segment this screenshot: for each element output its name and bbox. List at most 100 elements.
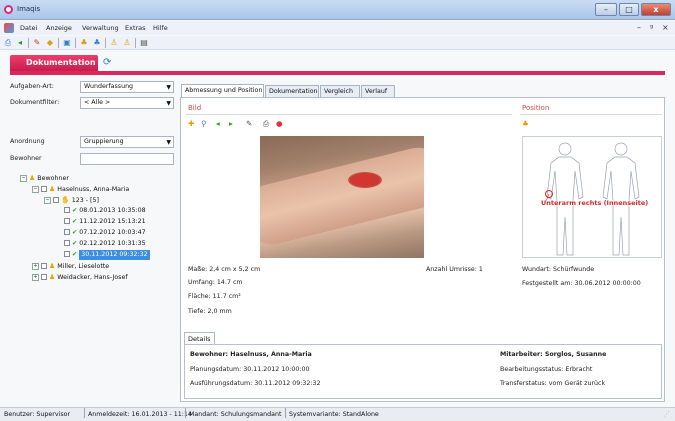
tab-abmessung[interactable]: Abmessung und Position (181, 84, 264, 97)
position-edit-icon[interactable]: ♣ (522, 119, 529, 128)
expand-icon[interactable]: + (32, 262, 39, 270)
toolbar-divider (135, 38, 136, 48)
mdi-close-button[interactable]: × (662, 23, 669, 32)
wound-mark (348, 172, 382, 188)
task-type-select[interactable]: Wunderfassung ▼ (80, 81, 174, 93)
person-icon: ♟ (49, 262, 56, 270)
menu-hilfe[interactable]: Hilfe (153, 24, 168, 32)
minimize-button[interactable]: – (595, 3, 617, 16)
checkbox[interactable] (53, 197, 59, 203)
close-button[interactable]: x (641, 3, 671, 16)
resident-name: Weidacker, Hans-Josef (57, 274, 128, 281)
task-type-value: Wunderfassung (84, 83, 134, 90)
collapse-icon[interactable]: − (44, 196, 51, 204)
resize-grip-icon[interactable]: ⋰ (663, 408, 669, 421)
menu-anzeige[interactable]: Anzeige (46, 24, 72, 32)
person-icon: ♟ (49, 273, 56, 281)
arrow-left-icon[interactable]: ◂ (216, 119, 220, 128)
details-resident: Bewohner: Haselnuss, Anna-Maria (190, 351, 312, 358)
arrangement-select[interactable]: Gruppierung ▼ (80, 136, 174, 148)
tree-resident-weidacker[interactable]: + ♟ Weidacker, Hans-Josef (32, 272, 128, 282)
tab-vergleich[interactable]: Vergleich (320, 85, 360, 97)
checkbox[interactable] (41, 274, 47, 280)
resident-search-input[interactable] (80, 153, 174, 165)
arrangement-value: Gruppierung (84, 138, 124, 145)
check-icon: ✔ (72, 218, 78, 225)
position-section-title: Position (522, 104, 550, 112)
arrangement-label: Anordnung (10, 138, 45, 145)
tab-dokumentation[interactable]: Dokumentation (265, 85, 319, 97)
app-logo-icon (4, 5, 13, 14)
users-icon[interactable]: ♣ (79, 38, 89, 48)
person-add-icon[interactable]: ♙ (122, 38, 132, 48)
entry-date: 08.01.2013 10:35:08 (79, 207, 146, 214)
tree-entry-selected[interactable]: ✔ 30.11.2012 09:32:32 (64, 250, 150, 260)
module-tab-dokumentation[interactable]: Dokumentation (10, 55, 98, 71)
group-icon[interactable]: ♣ (92, 38, 102, 48)
residents-label: Bewohner (10, 155, 42, 162)
tree-resident-miller[interactable]: + ♟ Miller, Lieselotte (32, 261, 109, 271)
menu-datei[interactable]: Datei (20, 24, 37, 32)
mdi-minimize-button[interactable]: – (637, 23, 641, 32)
circumference-text: Umfang: 14.7 cm (188, 279, 243, 286)
print-icon[interactable]: ⎙ (263, 119, 269, 129)
edit-icon[interactable]: ✎ (32, 38, 42, 48)
checkbox[interactable] (64, 229, 70, 235)
checkbox[interactable] (64, 207, 70, 213)
chevron-down-icon: ▼ (166, 84, 171, 91)
arrow-left-icon[interactable]: ◂ (15, 38, 25, 48)
tree-entry[interactable]: ✔ 11.12.2012 15:13:21 (64, 217, 146, 227)
mdi-restore-button[interactable]: ᵍ (650, 23, 653, 32)
doc-filter-select[interactable]: < Alle > ▼ (80, 97, 174, 109)
document-icon[interactable]: ▤ (139, 38, 149, 48)
checkbox[interactable] (64, 218, 70, 224)
tree-resident-haselnuss[interactable]: − ♟ Haselnuss, Anna-Maria (32, 184, 129, 194)
image-section-title: Bild (188, 104, 202, 112)
tab-verlauf[interactable]: Verlauf (361, 85, 395, 97)
details-planned-date: Planungsdatum: 30.11.2012 10:00:00 (190, 366, 310, 373)
tree-wound-group[interactable]: − ✋ 123 - [5] (44, 195, 99, 205)
checkbox[interactable] (64, 251, 70, 257)
print-icon[interactable]: ⎙ (3, 38, 13, 48)
check-icon: ✔ (72, 207, 78, 214)
tree-entry[interactable]: ✔ 08.01.2013 10:35:08 (64, 206, 146, 216)
area-text: Fläche: 11.7 cm² (188, 293, 241, 300)
expand-icon[interactable]: + (32, 273, 39, 281)
collapse-icon[interactable]: − (20, 174, 27, 182)
toolbar-divider (105, 38, 106, 48)
refresh-icon[interactable]: ⟳ (103, 57, 111, 68)
edit-icon[interactable]: ✎ (246, 119, 252, 128)
status-system-variant: Systemvariante: StandAlone (289, 411, 379, 418)
entry-date: 07.12.2012 10:03:47 (79, 229, 146, 236)
arrow-right-icon[interactable]: ▸ (229, 119, 233, 128)
image-icon[interactable]: ▣ (62, 38, 72, 48)
menu-verwaltung[interactable]: Verwaltung (82, 24, 119, 32)
maximize-button[interactable]: □ (619, 3, 639, 16)
status-divider (185, 408, 186, 418)
menu-extras[interactable]: Extras (125, 24, 146, 32)
checkbox[interactable] (41, 263, 47, 269)
folder-person-icon: ♟ (29, 174, 36, 182)
section-divider (520, 114, 662, 115)
zoom-in-icon[interactable]: ✚ (188, 119, 194, 128)
resident-name: Haselnuss, Anna-Maria (57, 186, 130, 193)
checkbox[interactable] (64, 240, 70, 246)
wound-icon: ✋ (61, 196, 70, 204)
checkbox[interactable] (41, 186, 47, 192)
entry-date: 02.12.2012 10:31:35 (79, 240, 146, 247)
tree-root[interactable]: − ♟ Bewohner (20, 173, 69, 183)
tree-entry[interactable]: ✔ 02.12.2012 10:31:35 (64, 239, 146, 249)
check-icon: ✔ (72, 240, 78, 247)
toolbar-divider (58, 38, 59, 48)
app-menu-icon[interactable] (4, 23, 14, 33)
collapse-icon[interactable]: − (32, 185, 39, 193)
status-bar: Benutzer: Supervisor Anmeldezeit: 16.01.… (0, 407, 675, 421)
chevron-down-icon: ▼ (166, 100, 171, 107)
status-tenant: Mandant: Schulungsmandant (189, 411, 282, 418)
status-login-time: Anmeldezeit: 16.01.2013 - 11:14 (88, 411, 192, 418)
zoom-icon[interactable]: ⚲ (201, 119, 207, 128)
person-icon[interactable]: ♙ (109, 38, 119, 48)
delete-icon[interactable]: ● (276, 119, 283, 128)
tree-entry[interactable]: ✔ 07.12.2012 10:03:47 (64, 228, 146, 238)
shield-icon[interactable]: ◆ (45, 38, 55, 48)
